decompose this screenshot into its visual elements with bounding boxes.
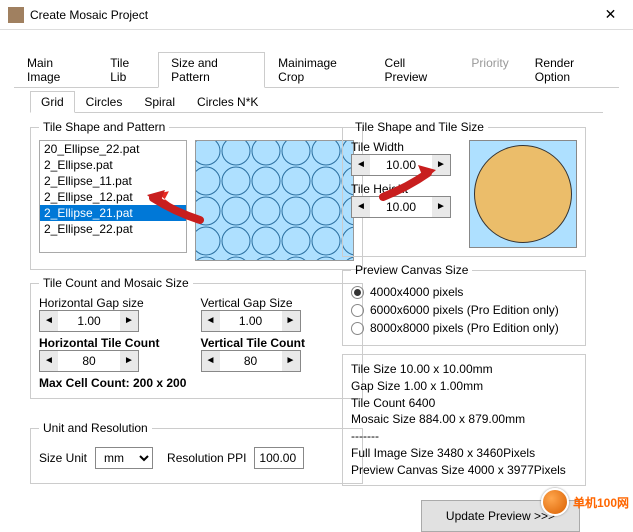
tile-width-value: 10.00 (370, 155, 432, 175)
main-tabbar: Main Image Tile Lib Size and Pattern Mai… (0, 30, 633, 88)
spinner-right-icon[interactable]: ► (282, 351, 300, 371)
spinner-right-icon[interactable]: ► (120, 351, 138, 371)
radio-icon (351, 304, 364, 317)
spinner-right-icon[interactable]: ► (432, 197, 450, 217)
tab-main-image[interactable]: Main Image (14, 52, 97, 88)
spinner-right-icon[interactable]: ► (120, 311, 138, 331)
canvas-size-group: Preview Canvas Size 4000x4000 pixels 600… (342, 263, 586, 346)
tab-tile-lib[interactable]: Tile Lib (97, 52, 158, 88)
info-line: ------- (351, 428, 577, 445)
tile-height-value: 10.00 (370, 197, 432, 217)
size-unit-select[interactable]: mm (95, 447, 153, 469)
canvas-opt-label: 6000x6000 pixels (Pro Edition only) (370, 303, 559, 317)
tile-width-spinner[interactable]: ◄ 10.00 ► (351, 154, 451, 176)
spinner-left-icon[interactable]: ◄ (202, 311, 220, 331)
subtab-circles-nk[interactable]: Circles N*K (186, 91, 269, 113)
tile-count-group: Tile Count and Mosaic Size Horizontal Ga… (30, 276, 363, 399)
list-item[interactable]: 20_Ellipse_22.pat (40, 141, 186, 157)
radio-icon (351, 286, 364, 299)
spinner-left-icon[interactable]: ◄ (40, 351, 58, 371)
canvas-opt-8000[interactable]: 8000x8000 pixels (Pro Edition only) (351, 319, 577, 337)
pattern-list[interactable]: 20_Ellipse_22.pat 2_Ellipse.pat 2_Ellips… (39, 140, 187, 253)
vcount-label: Vertical Tile Count (201, 336, 355, 350)
app-icon (8, 7, 24, 23)
tab-priority: Priority (458, 52, 521, 88)
spinner-left-icon[interactable]: ◄ (40, 311, 58, 331)
vgap-spinner[interactable]: ◄ 1.00 ► (201, 310, 301, 332)
spinner-left-icon[interactable]: ◄ (202, 351, 220, 371)
hcount-label: Horizontal Tile Count (39, 336, 193, 350)
tile-size-legend: Tile Shape and Tile Size (351, 120, 488, 134)
list-item[interactable]: 2_Ellipse.pat (40, 157, 186, 173)
list-item[interactable]: 2_Ellipse_11.pat (40, 173, 186, 189)
tile-count-legend: Tile Count and Mosaic Size (39, 276, 193, 290)
vgap-label: Vertical Gap Size (201, 296, 355, 310)
size-unit-label: Size Unit (39, 451, 87, 465)
canvas-opt-label: 8000x8000 pixels (Pro Edition only) (370, 321, 559, 335)
list-item[interactable]: 2_Ellipse_12.pat (40, 189, 186, 205)
info-line: Tile Count 6400 (351, 395, 577, 412)
info-line: Preview Canvas Size 4000 x 3977Pixels (351, 462, 577, 479)
canvas-size-legend: Preview Canvas Size (351, 263, 472, 277)
info-line: Full Image Size 3480 x 3460Pixels (351, 445, 577, 462)
unit-res-legend: Unit and Resolution (39, 421, 152, 435)
tile-preview-circle (474, 145, 572, 243)
tab-size-pattern[interactable]: Size and Pattern (158, 52, 265, 88)
tile-size-group: Tile Shape and Tile Size Tile Width ◄ 10… (342, 120, 586, 257)
list-item[interactable]: 2_Ellipse_22.pat (40, 221, 186, 237)
hgap-label: Horizontal Gap size (39, 296, 193, 310)
vcount-value: 80 (220, 351, 282, 371)
spinner-right-icon[interactable]: ► (282, 311, 300, 331)
titlebar: Create Mosaic Project ✕ (0, 0, 633, 30)
pattern-preview (195, 140, 354, 261)
spinner-left-icon[interactable]: ◄ (352, 155, 370, 175)
info-line: Tile Size 10.00 x 10.00mm (351, 361, 577, 378)
watermark-text: 单机100网 (573, 494, 629, 511)
canvas-opt-4000[interactable]: 4000x4000 pixels (351, 283, 577, 301)
subtab-grid[interactable]: Grid (30, 91, 75, 113)
ppi-input[interactable] (254, 447, 304, 469)
info-line: Mosaic Size 884.00 x 879.00mm (351, 411, 577, 428)
tab-cell-preview[interactable]: Cell Preview (372, 52, 459, 88)
canvas-opt-label: 4000x4000 pixels (370, 285, 463, 299)
tile-shape-pattern-group: Tile Shape and Pattern 20_Ellipse_22.pat… (30, 120, 363, 270)
tile-height-spinner[interactable]: ◄ 10.00 ► (351, 196, 451, 218)
spinner-right-icon[interactable]: ► (432, 155, 450, 175)
hcount-value: 80 (58, 351, 120, 371)
close-button[interactable]: ✕ (588, 0, 633, 30)
watermark-logo-icon (541, 488, 569, 516)
subtab-circles[interactable]: Circles (75, 91, 134, 113)
tab-render-option[interactable]: Render Option (522, 52, 619, 88)
watermark: 单机100网 (541, 488, 629, 516)
vgap-value: 1.00 (220, 311, 282, 331)
spinner-left-icon[interactable]: ◄ (352, 197, 370, 217)
hgap-spinner[interactable]: ◄ 1.00 ► (39, 310, 139, 332)
sub-tabbar: Grid Circles Spiral Circles N*K (0, 91, 633, 113)
hcount-spinner[interactable]: ◄ 80 ► (39, 350, 139, 372)
info-box: Tile Size 10.00 x 10.00mm Gap Size 1.00 … (342, 354, 586, 486)
window-title: Create Mosaic Project (30, 8, 588, 22)
tile-height-label: Tile Height (351, 182, 461, 196)
tile-shape-pattern-legend: Tile Shape and Pattern (39, 120, 169, 134)
radio-icon (351, 322, 364, 335)
vcount-spinner[interactable]: ◄ 80 ► (201, 350, 301, 372)
max-cell-label: Max Cell Count: 200 x 200 (39, 376, 354, 390)
hgap-value: 1.00 (58, 311, 120, 331)
unit-res-group: Unit and Resolution Size Unit mm Resolut… (30, 421, 363, 484)
list-item-selected[interactable]: 2_Ellipse_21.pat (40, 205, 186, 221)
subtab-spiral[interactable]: Spiral (133, 91, 186, 113)
tab-mainimage-crop[interactable]: Mainimage Crop (265, 52, 371, 88)
tile-width-label: Tile Width (351, 140, 461, 154)
ppi-label: Resolution PPI (167, 451, 246, 465)
info-line: Gap Size 1.00 x 1.00mm (351, 378, 577, 395)
canvas-opt-6000[interactable]: 6000x6000 pixels (Pro Edition only) (351, 301, 577, 319)
tile-preview (469, 140, 577, 248)
